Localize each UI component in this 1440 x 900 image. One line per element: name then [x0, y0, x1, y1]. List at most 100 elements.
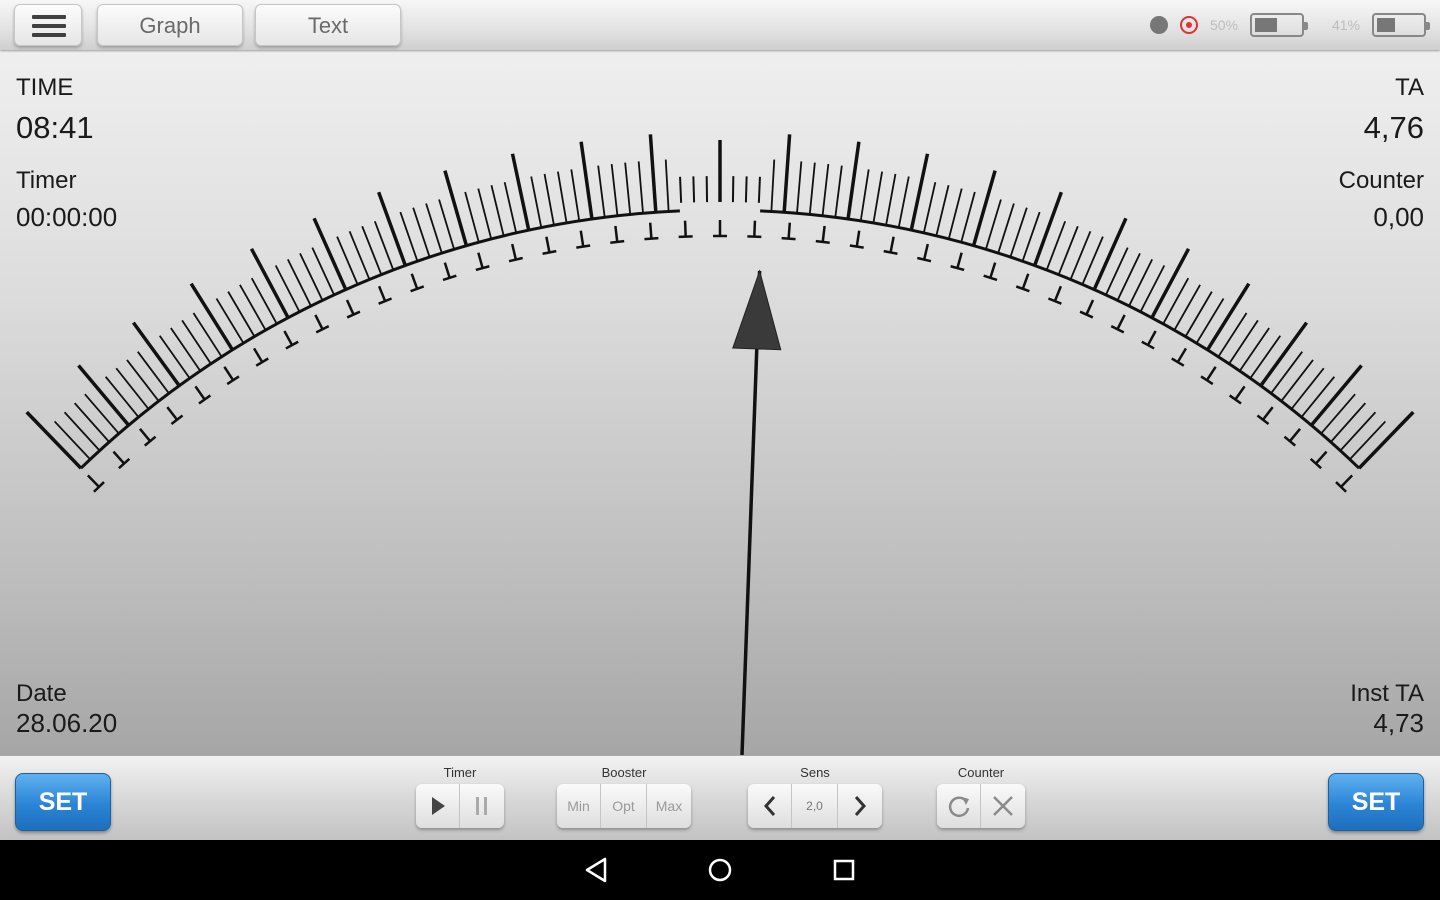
scale-tick: [985, 199, 1002, 250]
scale-marker-stem: [683, 220, 687, 237]
scale-marker-stem: [252, 347, 264, 363]
set-button-right[interactable]: SET: [1328, 773, 1424, 831]
counter-group-title: Counter: [957, 765, 1005, 780]
booster-min-button[interactable]: Min: [557, 784, 601, 828]
sens-value: 2,0: [792, 784, 838, 828]
scale-tick: [477, 188, 493, 240]
scale-tick: [530, 176, 543, 228]
tab-text[interactable]: Text: [255, 4, 401, 46]
meter-panel: TIME 08:41 Timer 00:00:00 Date 28.06.20 …: [0, 50, 1440, 755]
sens-decrease-button[interactable]: [748, 784, 792, 828]
scale-tick: [997, 203, 1015, 254]
scale-tick: [909, 153, 930, 231]
scale-tick: [443, 170, 469, 247]
tab-graph[interactable]: Graph: [97, 4, 243, 46]
scale-tick: [104, 376, 140, 418]
back-icon[interactable]: [581, 854, 613, 886]
scale-tick: [1280, 359, 1314, 402]
scale-marker-base: [747, 235, 762, 239]
scale-tick: [503, 181, 518, 234]
home-icon[interactable]: [704, 854, 736, 886]
scale-marker-stem: [443, 262, 451, 279]
recents-icon[interactable]: [828, 854, 860, 886]
menu-button[interactable]: [14, 4, 82, 46]
scale-tick: [960, 191, 976, 243]
scale-marker-stem: [410, 273, 419, 290]
scale-marker-stem: [579, 230, 585, 247]
timer-value: 00:00:00: [16, 202, 118, 232]
scale-marker-base: [678, 235, 693, 239]
scale-tick: [215, 298, 245, 344]
scale-marker-base: [576, 244, 591, 249]
play-icon: [431, 797, 445, 815]
scale-tick: [312, 217, 348, 291]
play-button[interactable]: [416, 784, 460, 828]
scale-tick: [250, 277, 278, 325]
set-button-left[interactable]: SET: [15, 773, 111, 831]
scale-marker-stem: [545, 236, 551, 253]
booster-opt-button[interactable]: Opt: [601, 784, 647, 828]
scale-tick: [1290, 367, 1325, 410]
scale-marker-stem: [477, 252, 484, 269]
scale-tick: [796, 161, 803, 214]
scale-tick: [570, 169, 581, 221]
scale-marker-base: [781, 236, 796, 241]
scale-tick: [249, 247, 290, 319]
needle-arrowhead: [732, 269, 782, 351]
scale-tick: [834, 165, 843, 218]
timer-group-title: Timer: [443, 765, 477, 780]
scale-tick: [872, 171, 883, 224]
scale-marker-stem: [1288, 428, 1302, 442]
ta-value: 4,76: [1363, 110, 1424, 145]
refresh-icon: [948, 796, 969, 817]
scale-tick: [170, 327, 201, 372]
counter-start-button[interactable]: [937, 784, 981, 828]
scale-tick: [935, 185, 950, 237]
scale-tick: [490, 185, 505, 237]
ta-label: TA: [1395, 74, 1424, 101]
scale-end-left: [31, 416, 82, 470]
scale-tick: [637, 161, 644, 214]
scale-tick: [808, 162, 816, 215]
battery-icon-1: [1249, 13, 1308, 37]
scale-tick: [1330, 402, 1367, 443]
scale-marker-stem: [821, 225, 826, 243]
scale-marker-base: [255, 357, 269, 367]
scale-tick: [115, 367, 150, 410]
scale-marker-stem: [614, 225, 619, 243]
scale-marker-stem: [787, 222, 792, 239]
counter-reset-button[interactable]: [981, 784, 1025, 828]
scale-marker-stem: [223, 366, 235, 381]
scale-tick: [757, 176, 761, 203]
booster-max-button[interactable]: Max: [647, 784, 691, 828]
scale-marker-stem: [1116, 314, 1126, 330]
scale-tick: [438, 199, 455, 250]
scale-marker-stem: [283, 330, 294, 346]
scale-tick: [377, 191, 407, 267]
control-bar: SET Timer Booster Min Opt Max Sens 2,0 C…: [0, 755, 1440, 841]
scale-tick: [648, 134, 658, 213]
scale-marker-base: [917, 256, 932, 263]
scale-tick: [1339, 411, 1377, 452]
scale-tick: [543, 173, 555, 226]
scale-tick: [1249, 335, 1282, 379]
scale-marker-base: [815, 239, 830, 244]
record-target-icon[interactable]: [1179, 16, 1198, 34]
battery-percent-2: 41%: [1331, 17, 1360, 33]
status-indicators: 50% 41%: [1149, 9, 1430, 41]
pause-button[interactable]: [460, 784, 504, 828]
sens-increase-button[interactable]: [838, 784, 882, 828]
scale-tick: [947, 188, 963, 240]
top-toolbar: Graph Text 50% 41%: [0, 0, 1440, 50]
scale-tick: [1228, 319, 1259, 365]
scale-tick: [971, 170, 997, 247]
scale-tick: [1217, 312, 1248, 358]
scale-tick: [744, 176, 748, 203]
scale-tick: [412, 207, 431, 258]
scale-tick: [1239, 327, 1270, 372]
scale-tick: [192, 312, 223, 358]
scale-marker-stem: [314, 314, 324, 330]
scale-tick: [464, 191, 480, 243]
scale-tick: [510, 153, 531, 231]
scale-marker-base: [542, 249, 557, 255]
